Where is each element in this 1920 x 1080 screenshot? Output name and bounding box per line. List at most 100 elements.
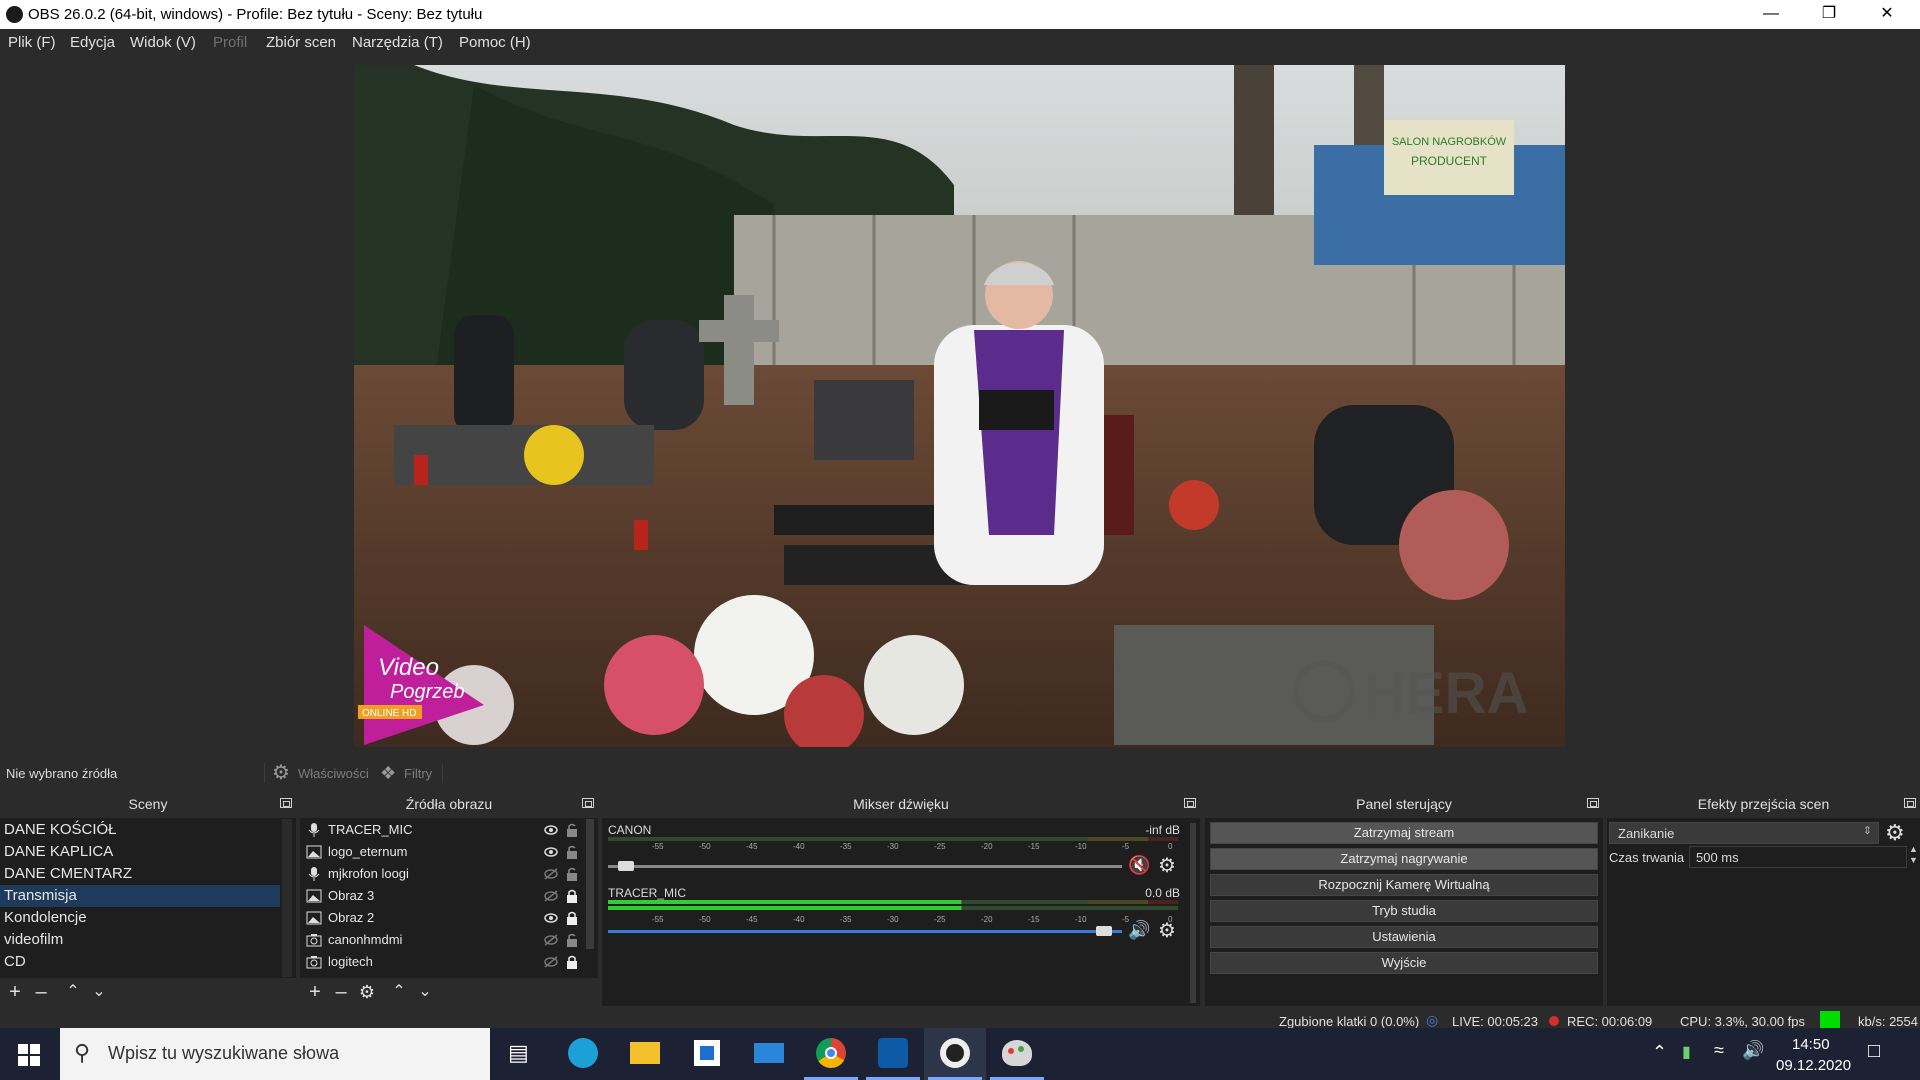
source-item[interactable]: logitech	[300, 951, 584, 973]
unlock-icon[interactable]	[566, 933, 578, 947]
scale-tick: -35	[840, 915, 852, 924]
volume-slider[interactable]	[608, 865, 1122, 868]
scene-item[interactable]: videofilm	[0, 929, 280, 951]
remove-source-icon[interactable]: –	[330, 981, 352, 1003]
store-icon[interactable]	[676, 1028, 738, 1080]
source-item[interactable]: TRACER_MIC	[300, 819, 584, 841]
transition-select[interactable]: Zanikanie ⇕	[1609, 822, 1879, 844]
scene-item[interactable]: CD	[0, 951, 280, 973]
unlock-icon[interactable]	[566, 823, 578, 837]
lock-icon[interactable]	[566, 889, 578, 903]
preview-canvas[interactable]: SALON NAGROBKÓW PRODUCENT Video Pogrzeb …	[354, 65, 1565, 747]
unlock-icon[interactable]	[566, 867, 578, 881]
studio-mode-button[interactable]: Tryb studia	[1210, 900, 1598, 922]
mail-icon[interactable]	[738, 1028, 800, 1080]
gear-icon[interactable]: ⚙	[1158, 918, 1176, 943]
add-source-icon[interactable]: +	[304, 981, 326, 1003]
minimize-icon[interactable]: —	[1742, 0, 1800, 29]
source-item[interactable]: canonhmdmi	[300, 929, 584, 951]
muted-speaker-icon[interactable]: 🔇	[1128, 855, 1150, 876]
clock-time[interactable]: 14:50	[1792, 1036, 1830, 1053]
eye-hidden-icon[interactable]	[544, 956, 558, 968]
battery-icon[interactable]: ▮	[1682, 1042, 1691, 1062]
notifications-icon[interactable]: □	[1868, 1040, 1880, 1063]
menu-scene-collection[interactable]: Zbiór scen	[266, 34, 336, 51]
source-item[interactable]: Obraz 3	[300, 885, 584, 907]
menu-profile[interactable]: Profil	[213, 34, 247, 51]
stop-recording-button[interactable]: Zatrzymaj nagrywanie	[1210, 848, 1598, 870]
undock-icon[interactable]	[280, 798, 292, 808]
file-explorer-icon[interactable]	[614, 1028, 676, 1080]
scene-item[interactable]: DANE CMENTARZ	[0, 863, 280, 885]
gear-icon[interactable]: ⚙	[356, 981, 378, 1003]
clock-date[interactable]: 09.12.2020	[1776, 1057, 1851, 1074]
paint-icon[interactable]	[986, 1028, 1048, 1080]
move-up-icon[interactable]: ⌃	[388, 981, 410, 1003]
properties-button[interactable]: Właściwości	[298, 766, 369, 781]
chevron-up-icon[interactable]: ⌃	[1652, 1042, 1667, 1063]
remove-scene-icon[interactable]: –	[30, 981, 52, 1003]
move-up-icon[interactable]: ⌃	[62, 981, 84, 1003]
source-label: Obraz 2	[328, 910, 375, 925]
gear-icon[interactable]: ⚙	[1885, 820, 1905, 846]
move-down-icon[interactable]: ⌄	[414, 981, 436, 1003]
scene-item[interactable]: DANE KOŚCIÓŁ	[0, 819, 280, 841]
scale-tick: 0	[1168, 842, 1173, 851]
add-scene-icon[interactable]: +	[4, 981, 26, 1003]
eye-hidden-icon[interactable]	[544, 868, 558, 880]
scenes-scrollbar[interactable]	[282, 819, 292, 977]
menu-view[interactable]: Widok (V)	[130, 34, 196, 51]
source-item[interactable]: logo_eternum	[300, 841, 584, 863]
chrome-icon[interactable]	[800, 1028, 862, 1080]
transitions-dock: Efekty przejścia scen Zanikanie ⇕ ⚙ Czas…	[1607, 791, 1920, 1006]
teamviewer-icon[interactable]	[862, 1028, 924, 1080]
volume-icon[interactable]: 🔊	[1742, 1040, 1764, 1061]
mixer-scrollbar[interactable]	[1190, 823, 1196, 1003]
move-down-icon[interactable]: ⌄	[88, 981, 110, 1003]
spinner-arrows-icon[interactable]: ▲ ▼	[1909, 844, 1918, 866]
start-virtual-camera-button[interactable]: Rozpocznij Kamerę Wirtualną	[1210, 874, 1598, 896]
scene-item-selected[interactable]: Transmisja	[0, 885, 280, 907]
volume-slider-handle[interactable]	[1096, 926, 1113, 936]
edge-icon[interactable]	[552, 1028, 614, 1080]
eye-icon[interactable]	[544, 824, 558, 836]
eye-hidden-icon[interactable]	[544, 934, 558, 946]
close-icon[interactable]: ✕	[1858, 0, 1916, 29]
menu-edit[interactable]: Edycja	[70, 34, 115, 51]
volume-slider[interactable]	[608, 930, 1122, 933]
undock-icon[interactable]	[1184, 798, 1196, 808]
obs-icon[interactable]	[924, 1028, 986, 1080]
unlock-icon[interactable]	[566, 845, 578, 859]
stop-stream-button[interactable]: Zatrzymaj stream	[1210, 822, 1598, 844]
duration-input[interactable]: 500 ms	[1689, 846, 1907, 868]
task-view-icon[interactable]: ▤	[490, 1028, 552, 1080]
wifi-icon[interactable]: ≈	[1714, 1040, 1724, 1061]
windows-start-icon[interactable]	[18, 1044, 40, 1066]
exit-button[interactable]: Wyjście	[1210, 952, 1598, 974]
scale-tick: -5	[1122, 842, 1130, 851]
lock-icon[interactable]	[566, 955, 578, 969]
eye-icon[interactable]	[544, 846, 558, 858]
menu-help[interactable]: Pomoc (H)	[459, 34, 531, 51]
eye-hidden-icon[interactable]	[544, 890, 558, 902]
undock-icon[interactable]	[582, 798, 594, 808]
undock-icon[interactable]	[1904, 798, 1916, 808]
speaker-icon[interactable]: 🔊	[1128, 920, 1150, 941]
filters-button[interactable]: Filtry	[404, 766, 432, 781]
settings-button[interactable]: Ustawienia	[1210, 926, 1598, 948]
gear-icon[interactable]: ⚙	[1158, 853, 1176, 878]
restore-icon[interactable]: ❐	[1800, 0, 1858, 29]
volume-slider-handle[interactable]	[617, 861, 634, 871]
taskbar-search-box[interactable]: ⚲ Wpisz tu wyszukiwane słowa	[60, 1028, 490, 1080]
scene-item[interactable]: DANE KAPLICA	[0, 841, 280, 863]
scene-item[interactable]: Kondolencje	[0, 907, 280, 929]
source-label: logo_eternum	[328, 844, 408, 859]
lock-icon[interactable]	[566, 911, 578, 925]
menu-file[interactable]: Plik (F)	[8, 34, 56, 51]
source-item[interactable]: Obraz 2	[300, 907, 584, 929]
undock-icon[interactable]	[1587, 798, 1599, 808]
eye-icon[interactable]	[544, 912, 558, 924]
menu-tools[interactable]: Narzędzia (T)	[352, 34, 443, 51]
source-item[interactable]: mjkrofon loogi	[300, 863, 584, 885]
sources-scrollbar[interactable]	[586, 819, 594, 949]
